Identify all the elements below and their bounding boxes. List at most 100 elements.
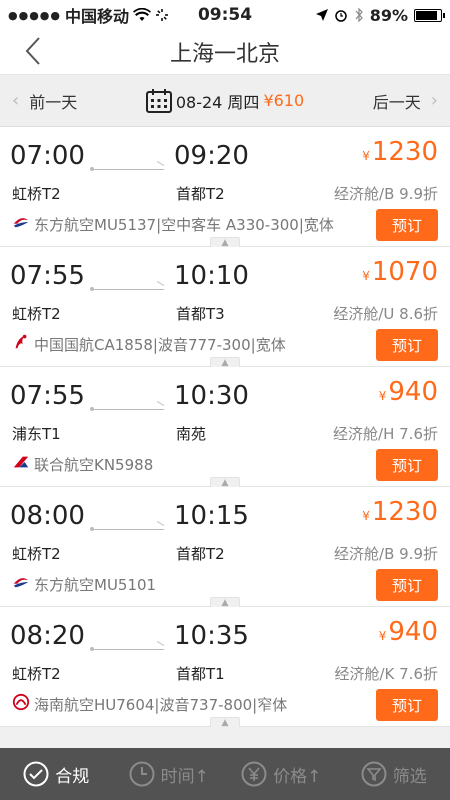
airline-info: 海南航空HU7604|波音737-800|窄体 [12,693,287,715]
cabin-class: 经济舱/H 7.6折 [333,425,438,443]
air-china-logo-icon [12,333,30,355]
currency-symbol: ¥ [362,269,370,283]
page-title: 上海一北京 [169,42,280,67]
tab-label: 价格↑ [273,766,322,787]
arrival-airport: 南苑 [176,425,207,443]
book-button[interactable]: 预订 [376,209,438,241]
wifi-icon [133,8,152,21]
tab-label: 合规 [55,766,90,787]
date-picker-button[interactable]: 08-24 周四 ¥610 [77,88,373,113]
chevron-right-icon: › [430,90,438,111]
currency-symbol: ¥ [378,629,387,643]
expand-caret-icon[interactable]: ▲ [210,597,240,608]
loading-spinner-icon [156,9,169,21]
tab-label: 时间↑ [160,766,209,787]
airline-text: 海南航空HU7604|波音737-800|窄体 [34,695,288,714]
departure-time: 07:00 [10,141,85,171]
selected-date: 08-24 周四 [175,92,260,112]
book-button[interactable]: 预订 [376,689,438,721]
flight-arrow-line [90,167,164,171]
price-value: 1230 [371,137,438,167]
expand-caret-icon[interactable]: ▲ [210,477,240,488]
airline-info: 联合航空KN5988 [12,453,153,475]
china-eastern-logo-icon [12,573,30,595]
flight-list-item[interactable]: 07:55 10:30 浦东T1 南苑 ¥940 经济舱/H 7.6折 联合航空… [0,367,450,488]
airline-info: 东方航空MU5101 [12,573,156,595]
flight-arrow-line [90,527,164,531]
flight-price: ¥940 [379,617,438,647]
prev-day-button[interactable]: ‹ 前一天 [12,89,77,113]
departure-airport: 虹桥T2 [12,185,61,203]
china-eastern-logo-icon [12,213,30,235]
arrival-airport: 首都T2 [176,545,225,563]
flight-list-item[interactable]: 07:55 10:10 虹桥T2 首都T3 ¥1070 经济舱/U 8.6折 中… [0,247,450,368]
tab-filter[interactable]: 筛选 [338,761,450,787]
tab-check-circle[interactable]: 合规 [0,761,113,787]
book-button[interactable]: 预订 [376,569,438,601]
arrival-time: 10:15 [174,501,249,531]
flight-price: ¥1070 [362,257,438,287]
lowest-price: ¥610 [263,91,305,110]
tab-label: 筛选 [392,766,427,787]
alarm-icon [334,10,347,22]
arrival-time: 10:30 [174,381,249,411]
airline-info: 东方航空MU5137|空中客车 A330-300|宽体 [12,213,334,235]
expand-caret-icon[interactable]: ▲ [210,717,240,728]
check-circle-icon [23,761,49,787]
chevron-left-icon [25,37,40,65]
bluetooth-icon [355,8,363,22]
back-button[interactable] [24,36,42,74]
airline-text: 东方航空MU5101 [34,575,157,594]
book-button[interactable]: 预订 [376,449,438,481]
chevron-left-icon: ‹ [12,90,20,111]
flight-arrow-line [90,647,164,651]
date-selector-bar: ‹ 前一天 08-24 周四 ¥610 后一天 › [0,75,450,127]
tab-yen-circle[interactable]: 价格↑ [225,761,338,787]
calendar-icon [145,88,172,113]
flight-list-item[interactable]: 07:00 09:20 虹桥T2 首都T2 ¥1230 经济舱/B 9.9折 东… [0,127,450,248]
clock-icon [129,761,155,787]
carrier-label: 中国移动 [65,7,130,26]
airline-info: 中国国航CA1858|波音777-300|宽体 [12,333,286,355]
book-button[interactable]: 预订 [376,329,438,361]
prev-day-label: 前一天 [29,92,78,112]
airline-text: 联合航空KN5988 [34,455,154,474]
china-united-logo-icon [12,453,30,475]
flight-list-item[interactable]: 08:00 10:15 虹桥T2 首都T2 ¥1230 经济舱/B 9.9折 东… [0,487,450,608]
next-day-label: 后一天 [372,92,421,112]
departure-airport: 虹桥T2 [12,305,61,323]
airline-text: 中国国航CA1858|波音777-300|宽体 [34,335,286,354]
price-value: 1230 [371,497,438,527]
battery-percent: 89% [369,5,408,25]
currency-symbol: ¥ [362,149,370,163]
cabin-class: 经济舱/U 8.6折 [333,305,438,323]
currency-symbol: ¥ [378,389,387,403]
departure-time: 07:55 [10,261,85,291]
tab-clock[interactable]: 时间↑ [113,761,226,787]
arrival-time: 09:20 [174,141,249,171]
bottom-toolbar: 合规 时间↑ 价格↑ 筛选 [0,748,450,800]
price-value: 940 [388,617,438,647]
expand-caret-icon[interactable]: ▲ [210,237,240,248]
flight-arrow-line [90,287,164,291]
next-day-button[interactable]: 后一天 › [373,89,438,113]
price-value: 940 [388,377,438,407]
arrival-airport: 首都T3 [176,305,225,323]
status-bar: ●●●●● 中国移动 09:54 89% [0,0,450,30]
departure-airport: 虹桥T2 [12,665,61,683]
yen-circle-icon [241,761,267,787]
expand-caret-icon[interactable]: ▲ [210,357,240,368]
departure-airport: 浦东T1 [12,425,61,443]
flight-price: ¥1230 [362,137,438,167]
filter-icon [361,761,387,787]
flight-list: 07:00 09:20 虹桥T2 首都T2 ¥1230 经济舱/B 9.9折 东… [0,127,450,728]
departure-time: 08:00 [10,501,85,531]
flight-list-item[interactable]: 08:20 10:35 虹桥T2 首都T1 ¥940 经济舱/K 7.6折 海南… [0,607,450,728]
hainan-logo-icon [12,693,30,715]
flight-price: ¥940 [379,377,438,407]
currency-symbol: ¥ [362,509,370,523]
flight-arrow-line [90,407,164,411]
departure-airport: 虹桥T2 [12,545,61,563]
location-arrow-icon [315,9,328,21]
nav-bar: 上海一北京 [0,30,450,75]
